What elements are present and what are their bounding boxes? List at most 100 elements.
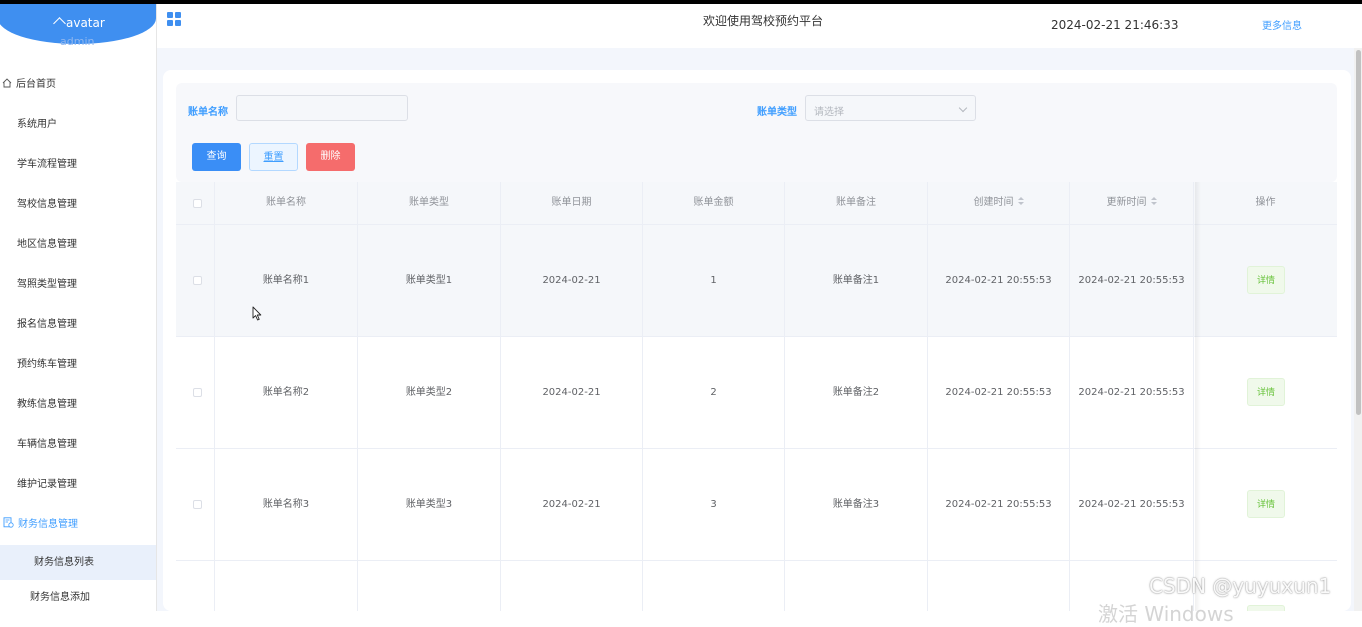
cell-bill-type: 账单类型1 [358, 225, 501, 337]
cell-bill-amount: 3 [643, 449, 785, 561]
bill-name-input[interactable] [236, 95, 408, 121]
bill-table: 账单名称 账单类型 账单日期 账单金额 账单备注 创建时间 更新时间 操作 账单… [176, 182, 1337, 611]
table-row: 账单名称2 账单类型2 2024-02-21 2 账单备注2 2024-02-2… [176, 337, 1337, 449]
cell-bill-name: 账单名称1 [215, 225, 358, 337]
reset-button[interactable]: 重置 [249, 143, 298, 171]
bill-type-placeholder: 请选择 [814, 107, 844, 118]
sort-caret-icon[interactable] [1017, 197, 1024, 206]
sidebar-item-finance-list[interactable]: 财务信息列表 [0, 545, 156, 580]
cell-created-time [928, 561, 1070, 611]
mouse-cursor-icon [252, 306, 262, 321]
sidebar-item-coach-info[interactable]: 教练信息管理 [0, 385, 156, 425]
sidebar-item-finance[interactable]: 财务信息管理 [0, 505, 156, 545]
cell-created-time: 2024-02-21 20:55:53 [928, 449, 1070, 561]
more-info-link[interactable]: 更多信息 [1262, 17, 1302, 32]
row-checkbox[interactable] [193, 388, 202, 397]
select-all-checkbox[interactable] [193, 199, 202, 208]
cell-actions: 详情 [1194, 337, 1337, 449]
table-header: 账单名称 账单类型 账单日期 账单金额 账单备注 创建时间 更新时间 操作 [176, 182, 1337, 225]
delete-button[interactable]: 删除 [306, 143, 355, 171]
row-select-cell [176, 561, 215, 611]
cell-bill-name [215, 561, 358, 611]
sidebar-item-license-type[interactable]: 驾照类型管理 [0, 265, 156, 305]
current-time: 2024-02-21 21:46:33 [1051, 18, 1179, 32]
cell-bill-amount: 2 [643, 337, 785, 449]
query-button[interactable]: 查询 [192, 143, 241, 171]
sidebar-item-practice-booking[interactable]: 预约练车管理 [0, 345, 156, 385]
windows-activation-watermark: 激活 Windows [1098, 602, 1234, 626]
updated-time-label: 更新时间 [1106, 197, 1147, 208]
cell-bill-amount: 1 [643, 225, 785, 337]
column-header-actions: 操作 [1255, 197, 1276, 208]
cell-bill-type [358, 561, 501, 611]
column-header-bill-type: 账单类型 [358, 182, 501, 224]
sidebar-item-home[interactable]: 后台首页 [0, 65, 156, 105]
sidebar-item-finance-add[interactable]: 财务信息添加 [0, 580, 156, 611]
csdn-watermark: CSDN @yuyuxun1 [1149, 574, 1332, 598]
cell-actions: 详情 [1194, 449, 1337, 561]
cell-updated-time: 2024-02-21 20:55:53 [1070, 337, 1194, 449]
cell-bill-type: 账单类型2 [358, 337, 501, 449]
column-header-updated-time[interactable]: 更新时间 [1070, 182, 1194, 224]
cell-bill-date: 2024-02-21 [501, 449, 643, 561]
avatar-alt-text: avatar [53, 16, 105, 30]
username-label: admin [60, 35, 95, 48]
detail-button[interactable]: 详情 [1247, 490, 1285, 518]
column-header-created-time[interactable]: 创建时间 [928, 182, 1070, 224]
detail-button[interactable] [1247, 605, 1285, 611]
column-header-bill-date: 账单日期 [501, 182, 643, 224]
cell-bill-remark: 账单备注3 [785, 449, 928, 561]
broken-image-icon [53, 17, 66, 30]
sidebar: avatar admin 后台首页 系统用户 学车流程管理 驾校信息管理 地区信… [0, 0, 157, 611]
cell-bill-name: 账单名称3 [215, 449, 358, 561]
sidebar-item-region-info[interactable]: 地区信息管理 [0, 225, 156, 265]
row-select-cell [176, 337, 215, 449]
sidebar-item-maintenance[interactable]: 维护记录管理 [0, 465, 156, 505]
bill-name-label: 账单名称 [188, 107, 228, 118]
table-row: 账单名称3 账单类型3 2024-02-21 3 账单备注3 2024-02-2… [176, 449, 1337, 561]
bill-type-select[interactable]: 请选择 [805, 95, 976, 121]
header-select-cell [176, 182, 215, 224]
table-row: 账单名称1 账单类型1 2024-02-21 1 账单备注1 2024-02-2… [176, 225, 1337, 337]
cell-bill-name: 账单名称2 [215, 337, 358, 449]
home-icon [2, 78, 12, 88]
cell-bill-remark: 账单备注2 [785, 337, 928, 449]
sidebar-item-label: 财务信息管理 [18, 519, 78, 530]
cell-bill-date [501, 561, 643, 611]
fixed-column-shadow [1195, 182, 1201, 611]
row-checkbox[interactable] [193, 276, 202, 285]
created-time-label: 创建时间 [973, 197, 1014, 208]
cell-bill-remark: 账单备注1 [785, 225, 928, 337]
sidebar-item-vehicle-info[interactable]: 车辆信息管理 [0, 425, 156, 465]
cell-created-time: 2024-02-21 20:55:53 [928, 225, 1070, 337]
cell-updated-time: 2024-02-21 20:55:53 [1070, 225, 1194, 337]
finance-submenu: 财务信息列表 财务信息添加 [0, 545, 156, 611]
sidebar-item-registration[interactable]: 报名信息管理 [0, 305, 156, 345]
sidebar-item-learning-process[interactable]: 学车流程管理 [0, 145, 156, 185]
cell-bill-date: 2024-02-21 [501, 337, 643, 449]
cell-bill-remark [785, 561, 928, 611]
finance-icon [3, 517, 14, 528]
sidebar-item-system-users[interactable]: 系统用户 [0, 105, 156, 145]
row-select-cell [176, 225, 215, 337]
cell-created-time: 2024-02-21 20:55:53 [928, 337, 1070, 449]
bill-type-label: 账单类型 [757, 107, 797, 118]
detail-button[interactable]: 详情 [1247, 266, 1285, 294]
cell-bill-date: 2024-02-21 [501, 225, 643, 337]
cell-bill-amount [643, 561, 785, 611]
sort-caret-icon[interactable] [1150, 197, 1157, 206]
sidebar-item-school-info[interactable]: 驾校信息管理 [0, 185, 156, 225]
cell-updated-time: 2024-02-21 20:55:53 [1070, 449, 1194, 561]
grid-menu-icon[interactable] [167, 12, 181, 26]
detail-button[interactable]: 详情 [1247, 378, 1285, 406]
row-checkbox[interactable] [193, 500, 202, 509]
scrollbar-thumb[interactable] [1356, 50, 1361, 415]
column-header-bill-amount: 账单金额 [643, 182, 785, 224]
sidebar-item-label: 后台首页 [16, 79, 56, 90]
column-header-bill-remark: 账单备注 [785, 182, 928, 224]
cell-bill-type: 账单类型3 [358, 449, 501, 561]
column-header-bill-name: 账单名称 [215, 182, 358, 224]
window-top-border [0, 0, 1362, 4]
cell-actions: 详情 [1194, 225, 1337, 337]
chevron-down-icon [958, 103, 968, 113]
